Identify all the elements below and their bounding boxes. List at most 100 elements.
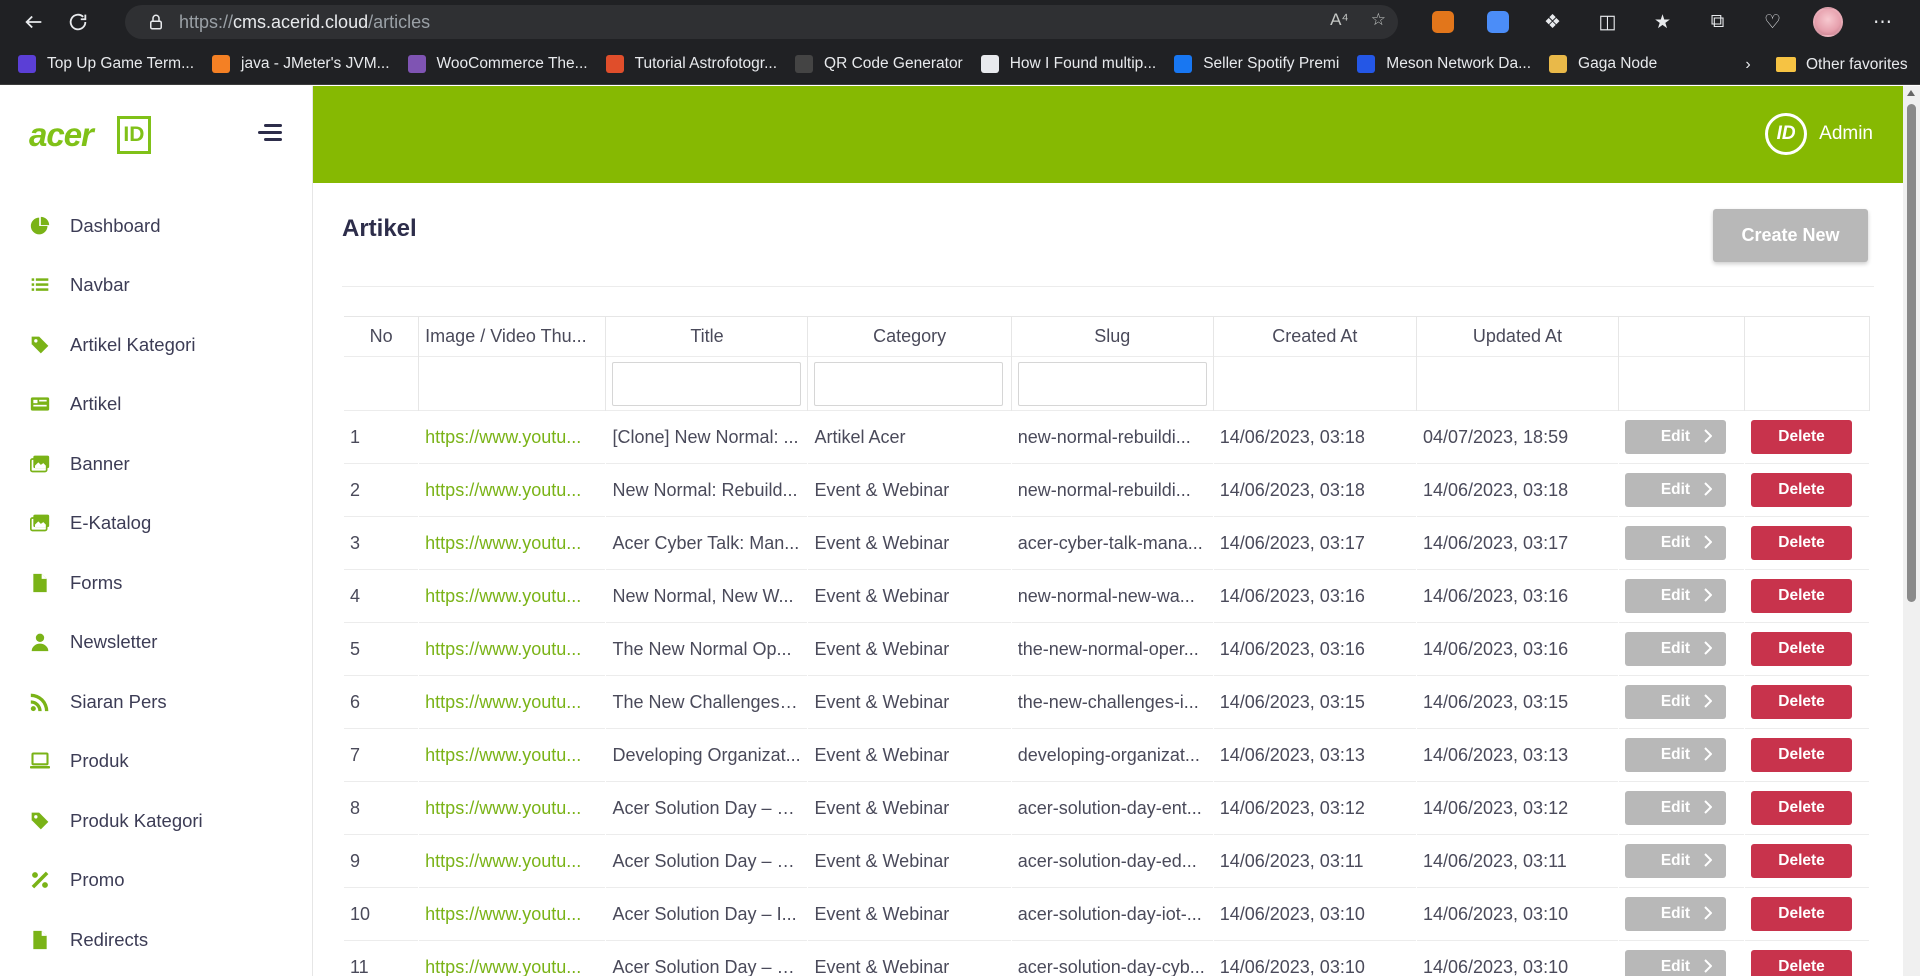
table-row: 6 https://www.youtu... The New Challenges … xyxy=(344,675,1870,729)
edit-button[interactable]: Edit xyxy=(1624,526,1726,560)
chevron-right-icon[interactable]: › xyxy=(1733,44,1763,85)
bookmark-item[interactable]: QR Code Generator xyxy=(777,44,963,85)
bookmark-item[interactable]: Gaga Node xyxy=(1531,44,1657,85)
slug-filter-input[interactable] xyxy=(1017,361,1207,406)
table-cell: 14/06/2023, 03:16 xyxy=(1416,569,1619,623)
reload-button[interactable] xyxy=(56,0,100,44)
bookmark-item[interactable]: Seller Spotify Premi xyxy=(1156,44,1339,85)
table-row: 9 https://www.youtu... Acer Solution Day –… xyxy=(344,834,1870,888)
delete-button[interactable]: Delete xyxy=(1751,738,1853,772)
scrollbar-thumb[interactable] xyxy=(1907,104,1916,602)
delete-button[interactable]: Delete xyxy=(1751,420,1853,454)
sidebar-item-promo[interactable]: Promo xyxy=(0,851,312,911)
edit-button[interactable]: Edit xyxy=(1624,738,1726,772)
extensions-puzzle-icon[interactable]: ❖ xyxy=(1525,0,1580,44)
column-header[interactable]: Updated At xyxy=(1416,316,1619,357)
sidebar-item-forms[interactable]: Forms xyxy=(0,553,312,613)
table-cell: Event & Webinar xyxy=(807,728,1012,782)
delete-button[interactable]: Delete xyxy=(1751,579,1853,613)
edit-button[interactable]: Edit xyxy=(1624,685,1726,719)
thumbnail-link[interactable]: https://www.youtu... xyxy=(418,569,606,623)
back-button[interactable] xyxy=(12,0,56,44)
delete-button[interactable]: Delete xyxy=(1751,473,1853,507)
edit-button[interactable]: Edit xyxy=(1624,473,1726,507)
edit-button[interactable]: Edit xyxy=(1624,844,1726,878)
edit-button[interactable]: Edit xyxy=(1624,579,1726,613)
scroll-up-icon[interactable] xyxy=(1907,90,1915,96)
category-filter-input[interactable] xyxy=(814,361,1004,406)
bookmark-item[interactable]: WooCommerce The... xyxy=(390,44,588,85)
table-row: 11 https://www.youtu... Acer Solution Day … xyxy=(344,940,1870,976)
thumbnail-link[interactable]: https://www.youtu... xyxy=(418,622,606,676)
thumbnail-link[interactable]: https://www.youtu... xyxy=(418,781,606,835)
thumbnail-link[interactable]: https://www.youtu... xyxy=(418,516,606,570)
bookmark-item[interactable]: Meson Network Da... xyxy=(1339,44,1531,85)
read-aloud-icon[interactable]: A⁴ xyxy=(1330,10,1349,30)
sidebar-item-produk[interactable]: Produk xyxy=(0,732,312,792)
create-new-button[interactable]: Create New xyxy=(1713,209,1868,262)
favorites-icon[interactable]: ★ xyxy=(1635,0,1690,44)
chevron-right-icon xyxy=(1704,482,1712,496)
column-header[interactable]: Title xyxy=(605,316,809,357)
column-header[interactable]: Category xyxy=(807,316,1012,357)
column-header[interactable]: Slug xyxy=(1011,316,1214,357)
sidebar-item-newsletter[interactable]: Newsletter xyxy=(0,613,312,673)
bookmark-item[interactable]: Tutorial Astrofotogr... xyxy=(588,44,777,85)
more-menu-icon[interactable]: ⋯ xyxy=(1855,0,1910,44)
delete-button[interactable]: Delete xyxy=(1751,632,1853,666)
thumbnail-link[interactable]: https://www.youtu... xyxy=(418,728,606,782)
sidebar-item-produk-kategori[interactable]: Produk Kategori xyxy=(0,791,312,851)
thumbnail-link[interactable]: https://www.youtu... xyxy=(418,940,606,976)
thumbnail-link[interactable]: https://www.youtu... xyxy=(418,834,606,888)
brand-logo[interactable]: acer ID xyxy=(0,86,312,183)
star-icon[interactable]: ☆ xyxy=(1371,10,1386,30)
sidebar-item-e-katalog[interactable]: E-Katalog xyxy=(0,494,312,554)
browser-essentials-icon[interactable]: ♡ xyxy=(1745,0,1800,44)
profile-avatar[interactable] xyxy=(1800,0,1855,44)
metamask-extension-icon[interactable] xyxy=(1415,0,1470,44)
address-bar[interactable]: https://cms.acerid.cloud/articles A⁴ ☆ xyxy=(125,5,1398,39)
user-menu[interactable]: ID Admin xyxy=(1765,113,1873,155)
hamburger-menu-icon[interactable] xyxy=(258,124,282,144)
collections-icon[interactable]: ⧉ xyxy=(1690,0,1745,44)
table-cell: Event & Webinar xyxy=(807,516,1012,570)
sidebar-item-banner[interactable]: Banner xyxy=(0,434,312,494)
column-header[interactable]: Created At xyxy=(1213,316,1417,357)
delete-button[interactable]: Delete xyxy=(1751,526,1853,560)
file-icon xyxy=(29,929,50,950)
sidebar-item-siaran-pers[interactable]: Siaran Pers xyxy=(0,672,312,732)
translate-extension-icon[interactable] xyxy=(1470,0,1525,44)
bookmark-item[interactable]: Top Up Game Term... xyxy=(0,44,194,85)
edit-button[interactable]: Edit xyxy=(1624,632,1726,666)
edit-button[interactable]: Edit xyxy=(1624,791,1726,825)
thumbnail-link[interactable]: https://www.youtu... xyxy=(418,887,606,941)
delete-button[interactable]: Delete xyxy=(1751,685,1853,719)
thumbnail-link[interactable]: https://www.youtu... xyxy=(418,675,606,729)
other-favorites[interactable]: Other favorites xyxy=(1776,44,1908,85)
edit-button[interactable]: Edit xyxy=(1624,897,1726,931)
table-cell: Event & Webinar xyxy=(807,834,1012,888)
page-scrollbar[interactable] xyxy=(1903,86,1920,976)
bookmark-item[interactable]: java - JMeter's JVM... xyxy=(194,44,390,85)
delete-button[interactable]: Delete xyxy=(1751,791,1853,825)
bookmark-favicon-icon xyxy=(18,55,36,73)
page-title: Artikel xyxy=(342,215,417,242)
sidebar-item-navbar[interactable]: Navbar xyxy=(0,256,312,316)
bookmark-item[interactable]: How I Found multip... xyxy=(963,44,1156,85)
title-filter-input[interactable] xyxy=(612,361,802,406)
table-cell: Artikel Acer xyxy=(807,410,1012,464)
delete-button[interactable]: Delete xyxy=(1751,950,1853,976)
edit-button[interactable]: Edit xyxy=(1624,950,1726,976)
thumbnail-link[interactable]: https://www.youtu... xyxy=(418,463,606,517)
sidebar-item-dashboard[interactable]: Dashboard xyxy=(0,196,312,256)
sidebar-item-artikel-kategori[interactable]: Artikel Kategori xyxy=(0,315,312,375)
column-header[interactable]: Image / Video Thu... xyxy=(418,316,607,357)
delete-button[interactable]: Delete xyxy=(1751,897,1853,931)
edit-button[interactable]: Edit xyxy=(1624,420,1726,454)
thumbnail-link[interactable]: https://www.youtu... xyxy=(418,410,606,464)
sidebar-item-artikel[interactable]: Artikel xyxy=(0,375,312,435)
delete-button[interactable]: Delete xyxy=(1751,844,1853,878)
split-screen-icon[interactable]: ◫ xyxy=(1580,0,1635,44)
sidebar-item-redirects[interactable]: Redirects xyxy=(0,910,312,970)
column-header[interactable]: No xyxy=(344,316,420,357)
